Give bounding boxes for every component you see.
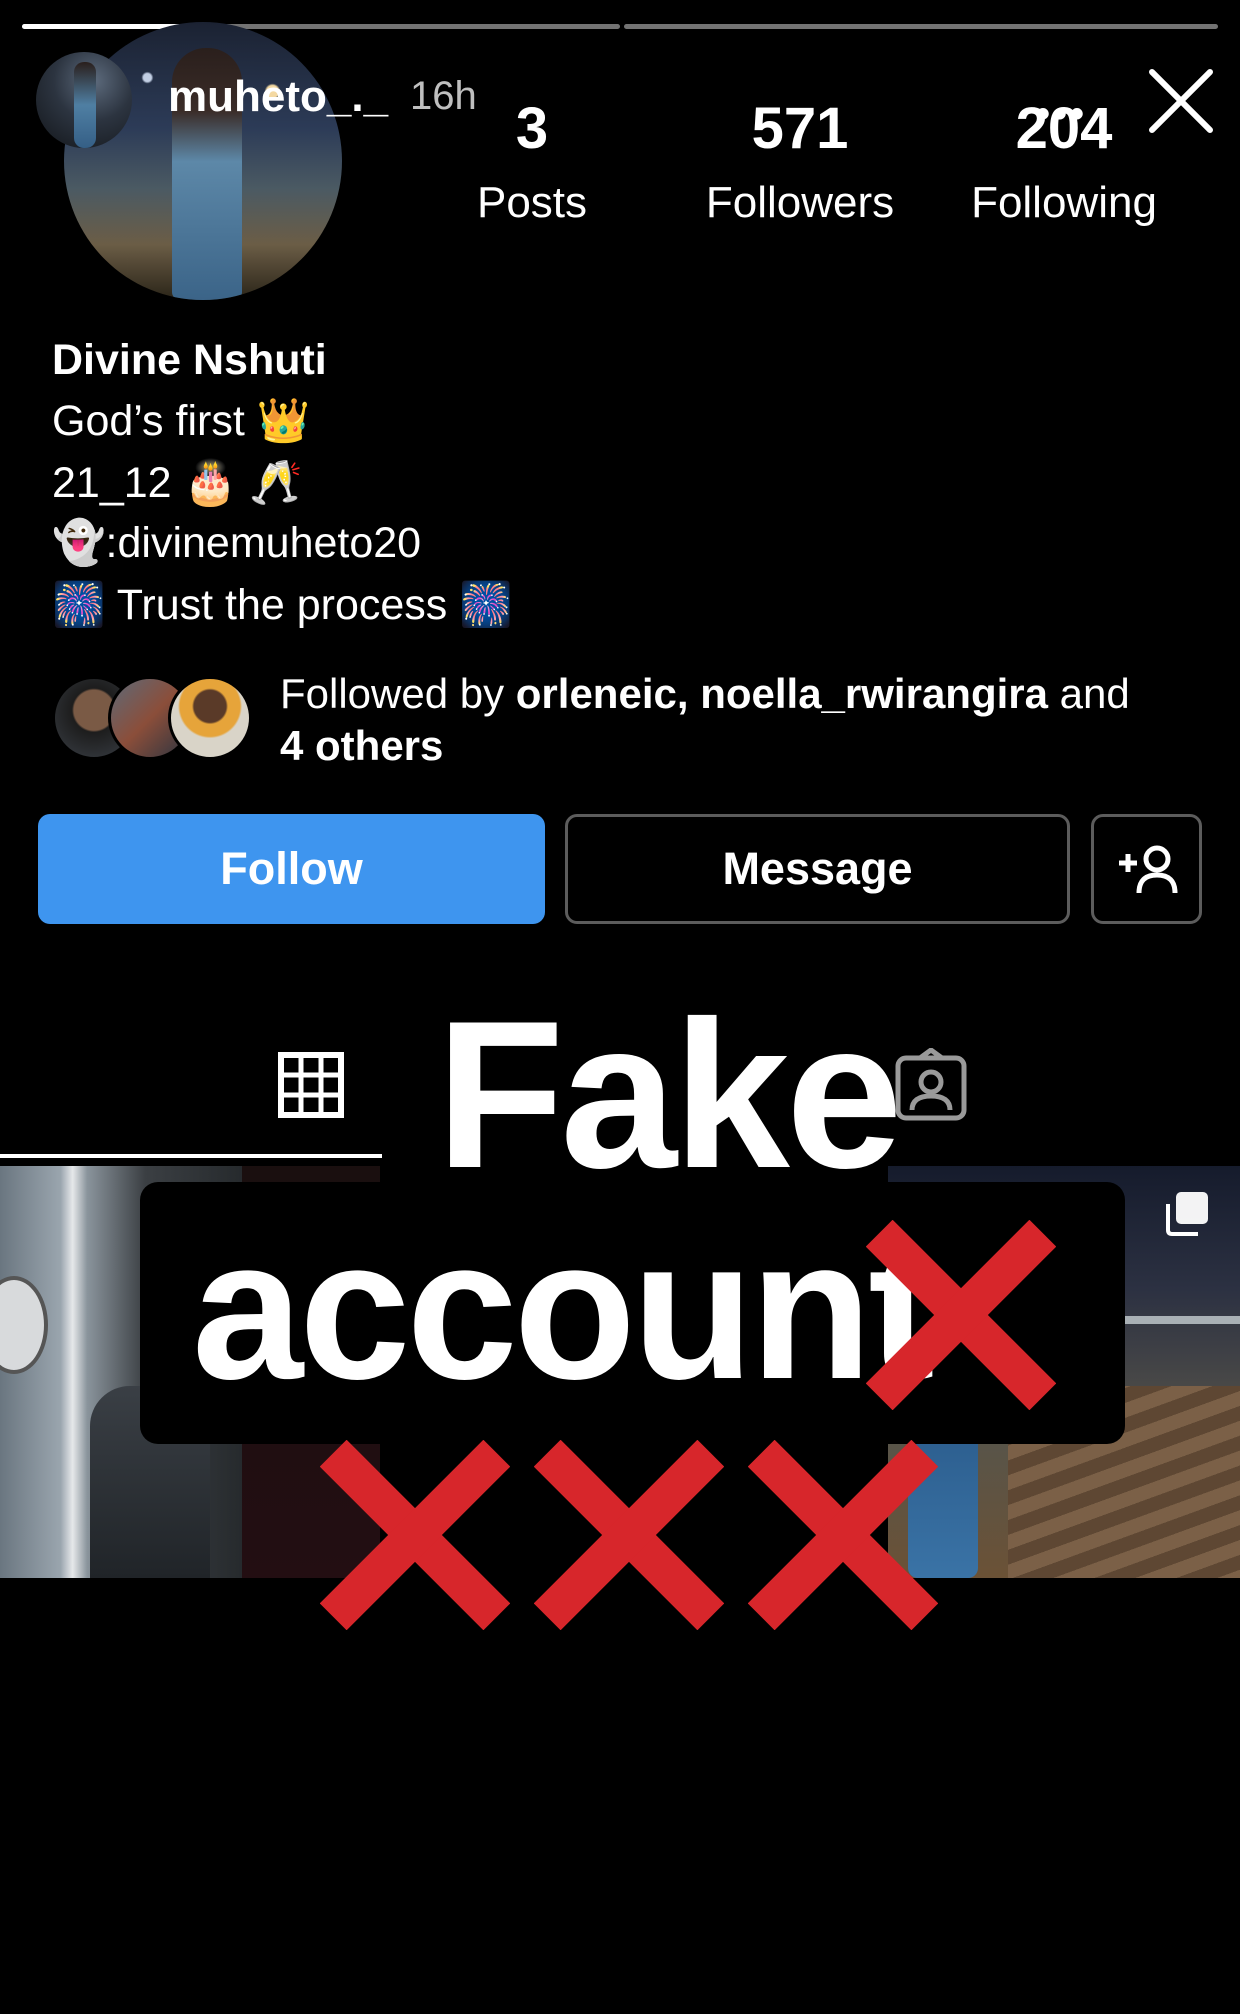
- red-cross-icon-4: [747, 1439, 939, 1635]
- story-progress-1: [22, 24, 620, 29]
- mutual-followers-avatars[interactable]: [52, 676, 262, 762]
- followed-by-text[interactable]: Followed by orleneic, noella_rwirangira …: [280, 668, 1180, 772]
- more-options-icon[interactable]: •••: [1036, 92, 1087, 137]
- bio-name: Divine Nshuti: [52, 336, 327, 384]
- bio-line-4: 🎆 Trust the process 🎆: [52, 581, 513, 629]
- followed-by-prefix: Followed by: [280, 670, 516, 717]
- followed-by-others: 4 others: [280, 722, 444, 769]
- stat-followers-value: 571: [751, 96, 849, 161]
- red-cross-icon-2: [319, 1439, 511, 1635]
- story-user-avatar[interactable]: [36, 52, 132, 148]
- follow-button[interactable]: Follow: [38, 814, 545, 924]
- overlay-fake-text: Fake: [436, 977, 903, 1212]
- story-username[interactable]: muheto_._: [168, 72, 388, 122]
- thumb-1-cup: [0, 1276, 48, 1374]
- bio-line-2: 21_12 🎂 🥂: [52, 459, 303, 507]
- tagged-posts-icon[interactable]: [894, 1048, 968, 1122]
- red-cross-icon-3: [533, 1439, 725, 1635]
- mutual-avatar-3: [168, 676, 252, 760]
- bio-line-3: 👻:divinemuheto20: [52, 519, 422, 567]
- stat-following-label: Following: [971, 178, 1157, 227]
- bio-line-1: God’s first 👑: [52, 397, 311, 445]
- story-timestamp: 16h: [410, 74, 477, 118]
- overlay-account-text: account: [192, 1198, 935, 1421]
- story-avatar-figure: [74, 62, 96, 148]
- story-progress-2: [624, 24, 1218, 29]
- stat-posts[interactable]: 3 Posts: [412, 100, 652, 228]
- message-button[interactable]: Message: [565, 814, 1070, 924]
- followed-by-names: orleneic, noella_rwirangira: [515, 670, 1048, 717]
- red-cross-icon-1: [865, 1219, 1057, 1415]
- suggest-user-button[interactable]: [1091, 814, 1202, 924]
- multiple-photos-icon: [1166, 1192, 1208, 1236]
- close-icon[interactable]: [1146, 66, 1216, 136]
- active-tab-indicator: [0, 1154, 382, 1158]
- stat-followers[interactable]: 571 Followers: [680, 100, 920, 228]
- stat-posts-label: Posts: [476, 178, 588, 227]
- grid-icon[interactable]: [278, 1052, 344, 1118]
- add-user-icon: [1118, 845, 1177, 894]
- stat-followers-label: Followers: [705, 178, 895, 227]
- followed-by-and: and: [1047, 670, 1130, 717]
